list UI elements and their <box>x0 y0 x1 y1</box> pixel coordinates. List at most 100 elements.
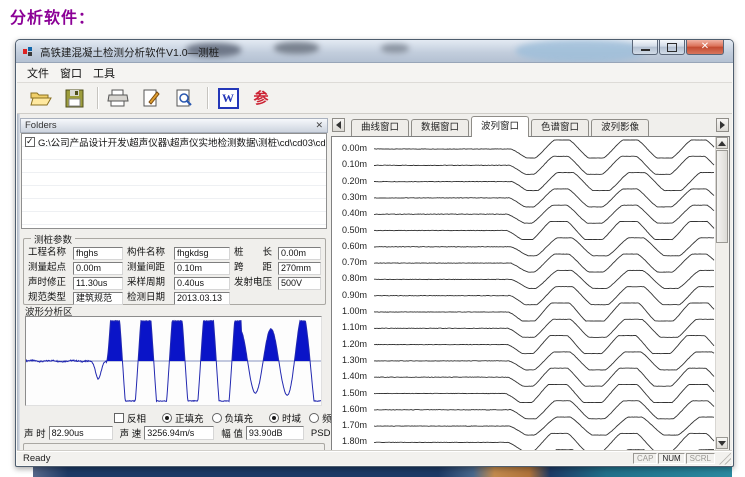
scroll-down-button[interactable] <box>716 437 728 449</box>
param-value[interactable]: 0.10m <box>174 262 230 275</box>
pile-params-grid: 工程名称fhghs构件名称fhgkdsg桩 长0.00m测量起点0.00m测量间… <box>24 239 325 305</box>
folders-panel-title: Folders <box>25 120 57 131</box>
fill-positive-radio[interactable] <box>162 413 172 423</box>
readout-value[interactable]: 82.90us <box>49 426 113 440</box>
export-button[interactable] <box>136 85 166 111</box>
param-value[interactable]: 0.00m <box>278 247 321 260</box>
fill-positive-radio-group[interactable]: 正填充 <box>162 411 204 425</box>
menu-window[interactable]: 窗口 <box>58 63 91 83</box>
invert-checkbox[interactable] <box>114 413 124 423</box>
chevron-right-icon <box>720 121 725 129</box>
triangle-up-icon <box>718 137 726 146</box>
param-value[interactable]: 11.30us <box>73 277 123 290</box>
param-value[interactable]: 0.00m <box>73 262 123 275</box>
print-button[interactable] <box>103 85 133 111</box>
readout-value[interactable]: 93.90dB <box>246 426 304 440</box>
param-label: 桩 长 <box>234 247 278 260</box>
depth-label: 0.20m <box>342 176 367 186</box>
tab-data-window[interactable]: 数据窗口 <box>411 119 469 136</box>
tab-curve-window[interactable]: 曲线窗口 <box>351 119 409 136</box>
time-domain-radio-group[interactable]: 时域 <box>269 411 301 425</box>
folder-list[interactable]: G:\公司产品设计开发\超声仪器\超声仪实地检测数据\测桩\cd\cd03\cd… <box>21 133 327 229</box>
param-value[interactable]: 建筑规范 <box>73 292 123 305</box>
dock-edge <box>17 114 20 452</box>
param-value[interactable]: fhghs <box>73 247 123 260</box>
open-button[interactable] <box>26 85 56 111</box>
wave-trace <box>374 156 714 174</box>
depth-label: 1.50m <box>342 388 367 398</box>
folders-panel-header[interactable]: Folders ✕ <box>20 118 328 133</box>
wave-trace <box>374 221 714 239</box>
fill-negative-radio-group[interactable]: 负填充 <box>212 411 254 425</box>
title-bar[interactable]: 高铁建混凝土检测分析软件V1.0—测桩 ✕ <box>16 40 733 63</box>
folder-item[interactable]: G:\公司产品设计开发\超声仪器\超声仪实地检测数据\测桩\cd\cd03\cd… <box>22 134 326 150</box>
tab-wave-train-image[interactable]: 波列影像 <box>591 119 649 136</box>
depth-label: 1.10m <box>342 322 367 332</box>
fill-negative-label: 负填充 <box>225 411 254 425</box>
indicator-num: NUM <box>658 453 684 464</box>
param-label: 测量间距 <box>127 262 174 275</box>
minimize-button[interactable] <box>632 40 658 55</box>
menu-bar: 文件 窗口 工具 <box>17 63 732 83</box>
wave-trace <box>374 238 714 256</box>
indicator-cap: CAP <box>633 453 657 464</box>
param-value[interactable]: 2013.03.13 <box>174 292 230 305</box>
wave-train-traces <box>374 137 716 452</box>
resize-grip[interactable] <box>719 453 731 465</box>
vertical-scrollbar[interactable] <box>715 137 729 451</box>
wave-train-view[interactable]: 0.00m0.10m0.20m0.30m0.40m0.50m0.60m0.70m… <box>331 136 730 452</box>
time-domain-radio[interactable] <box>269 413 279 423</box>
print-preview-button[interactable] <box>169 85 199 111</box>
param-label: 测量起点 <box>28 262 73 275</box>
toolbar: W 参 <box>17 83 732 114</box>
tab-strip: 曲线窗口数据窗口波列窗口色谱窗口波列影像 <box>331 116 730 136</box>
depth-label: 1.80m <box>342 436 367 446</box>
close-button[interactable]: ✕ <box>686 40 724 55</box>
word-report-button[interactable]: W <box>213 85 243 111</box>
glass-reflection <box>274 42 319 54</box>
readout-value[interactable]: 3256.94m/s <box>144 426 214 440</box>
param-value[interactable]: fhgkdsg <box>174 247 230 260</box>
chevron-left-icon <box>336 121 341 129</box>
triangle-down-icon <box>718 441 726 450</box>
scrollbar-thumb[interactable] <box>716 150 728 243</box>
page-magnifier-icon <box>175 89 193 108</box>
parameters-icon: 参 <box>253 91 268 106</box>
depth-label: 0.30m <box>342 192 367 202</box>
depth-label: 0.90m <box>342 290 367 300</box>
open-folder-icon <box>30 89 52 107</box>
invert-label: 反相 <box>127 411 146 425</box>
scroll-up-button[interactable] <box>716 137 728 149</box>
wave-trace <box>374 352 714 370</box>
menu-file[interactable]: 文件 <box>25 63 58 83</box>
tab-spectrum-window[interactable]: 色谱窗口 <box>531 119 589 136</box>
depth-label: 1.70m <box>342 420 367 430</box>
wave-trace <box>374 205 714 223</box>
depth-label: 0.10m <box>342 159 367 169</box>
waveform-plot[interactable] <box>25 316 322 406</box>
param-label: 跨 距 <box>234 262 278 275</box>
tab-scroll-right-button[interactable] <box>716 118 729 132</box>
wave-trace <box>374 189 714 207</box>
save-button[interactable] <box>59 85 89 111</box>
param-value[interactable]: 0.40us <box>174 277 230 290</box>
wave-trace <box>374 254 714 272</box>
folder-checkbox[interactable] <box>25 137 35 147</box>
glass-reflection <box>516 40 646 62</box>
pile-params-title: 测桩参数 <box>31 232 75 246</box>
menu-tools[interactable]: 工具 <box>91 63 124 83</box>
wave-trace <box>374 336 714 354</box>
param-value[interactable]: 500V <box>278 277 321 290</box>
fill-negative-radio[interactable] <box>212 413 222 423</box>
maximize-button[interactable] <box>659 40 685 55</box>
folders-close-icon[interactable]: ✕ <box>315 121 323 130</box>
parameters-button[interactable]: 参 <box>246 85 276 111</box>
freq-domain-radio[interactable] <box>309 413 319 423</box>
tab-wave-train-window[interactable]: 波列窗口 <box>471 116 529 137</box>
pile-params-group: 测桩参数 工程名称fhghs构件名称fhgkdsg桩 长0.00m测量起点0.0… <box>23 238 326 305</box>
invert-checkbox-group[interactable]: 反相 <box>114 411 146 425</box>
tab-scroll-left-button[interactable] <box>332 118 345 132</box>
param-value[interactable]: 270mm <box>278 262 321 275</box>
param-label: 构件名称 <box>127 247 174 260</box>
depth-label: 1.40m <box>342 371 367 381</box>
